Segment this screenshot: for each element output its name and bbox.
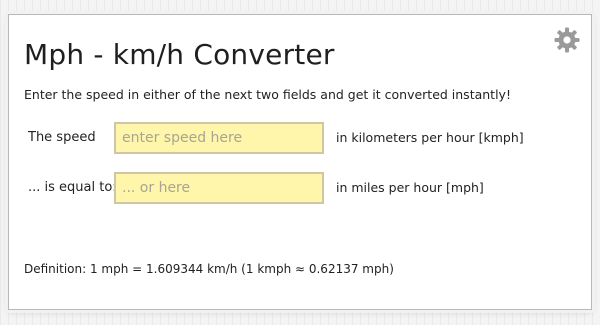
speed-label: The speed <box>28 130 96 145</box>
definition-text: Definition: 1 mph = 1.609344 km/h (1 kmp… <box>24 262 394 276</box>
gear-icon[interactable] <box>554 27 580 53</box>
instructions-text: Enter the speed in either of the next tw… <box>24 87 511 102</box>
kmph-unit-label: in kilometers per hour [kmph] <box>336 130 524 145</box>
mph-unit-label: in miles per hour [mph] <box>336 180 484 195</box>
mph-input[interactable] <box>114 172 324 204</box>
kmph-input[interactable] <box>114 122 324 154</box>
page-title: Mph - km/h Converter <box>24 38 335 71</box>
equal-label: ... is equal to: <box>28 180 117 195</box>
